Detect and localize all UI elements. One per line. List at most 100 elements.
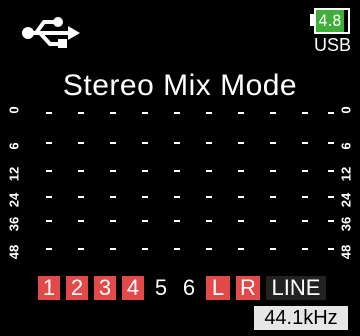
meter-grid-dash [238, 248, 244, 250]
channel-1: 1 [38, 276, 60, 300]
meter-scale-tick: 0 [338, 101, 354, 119]
channel-2: 2 [66, 276, 88, 300]
meter-scale-label: 6 [338, 142, 354, 150]
meter-grid-dash [270, 170, 276, 172]
meter-scale-tick: 6 [338, 137, 354, 155]
meter-scale-tick: 48 [338, 243, 354, 261]
meter-grid-dash [174, 142, 180, 144]
meter-scale-tick: 12 [338, 165, 354, 183]
meter-grid-dash [174, 170, 180, 172]
meter-grid-dash [328, 248, 334, 250]
meter-grid-dash [142, 220, 148, 222]
meter-grid-dash [238, 220, 244, 222]
meter-grid-dash [110, 196, 116, 198]
meter-grid-dash [142, 170, 148, 172]
meter-scale-tick: 36 [6, 215, 22, 233]
channel-5: 5 [150, 276, 172, 300]
meter-scale-tick: 48 [6, 243, 22, 261]
meter-grid-dash [142, 196, 148, 198]
level-meter-grid [46, 108, 334, 258]
meter-grid-dash [206, 248, 212, 250]
meter-scale-label: 12 [338, 166, 354, 182]
meter-scale-tick: 24 [6, 191, 22, 209]
meter-grid-dash [110, 112, 116, 114]
meter-grid-dash [174, 248, 180, 250]
meter-grid-dash [238, 170, 244, 172]
meter-grid-dash [206, 196, 212, 198]
channel-l: L [206, 276, 230, 300]
usb-icon [22, 17, 80, 48]
meter-grid-dash [270, 220, 276, 222]
meter-grid-dash [328, 220, 334, 222]
sample-rate-display: 44.1kHz [254, 306, 348, 330]
meter-grid-dash [302, 220, 308, 222]
meter-grid-dash [238, 112, 244, 114]
meter-scale-label: 48 [338, 244, 354, 260]
meter-grid-dash [270, 196, 276, 198]
meter-grid-dash [206, 220, 212, 222]
recorder-screen: 4.8 USB Stereo Mix Mode 0 6 12 24 36 48 0 6 12 2… [0, 0, 360, 336]
meter-grid-dash [206, 142, 212, 144]
meter-grid-dash [328, 112, 334, 114]
channel-3: 3 [94, 276, 116, 300]
meter-grid-dash [110, 170, 116, 172]
meter-grid-dash [110, 220, 116, 222]
meter-grid-dash [142, 112, 148, 114]
meter-grid-dash [302, 142, 308, 144]
meter-scale-label: 6 [6, 142, 22, 150]
meter-scale-label: 36 [338, 216, 354, 232]
meter-grid-dash [174, 220, 180, 222]
battery-level: 4.8 [316, 10, 344, 32]
channel-r: R [236, 276, 260, 300]
meter-grid-dash [46, 220, 52, 222]
meter-grid-dash [238, 196, 244, 198]
meter-scale-tick: 36 [338, 215, 354, 233]
meter-grid-dash [328, 170, 334, 172]
meter-grid-dash [78, 220, 84, 222]
meter-grid-dash [46, 112, 52, 114]
meter-grid-dash [206, 170, 212, 172]
meter-scale-label: 0 [338, 106, 354, 114]
meter-scale-tick: 12 [6, 165, 22, 183]
meter-grid-dash [270, 112, 276, 114]
power-source-label: USB [314, 35, 352, 55]
meter-grid-dash [78, 112, 84, 114]
meter-grid-dash [328, 196, 334, 198]
meter-grid-dash [110, 142, 116, 144]
meter-grid-dash [110, 248, 116, 250]
meter-scale-tick: 6 [6, 137, 22, 155]
meter-grid-dash [46, 248, 52, 250]
meter-grid-dash [302, 170, 308, 172]
meter-grid-dash [142, 142, 148, 144]
meter-scale-tick: 0 [6, 101, 22, 119]
meter-grid-dash [174, 112, 180, 114]
meter-grid-dash [46, 142, 52, 144]
meter-scale-label: 24 [6, 192, 22, 208]
meter-grid-dash [238, 142, 244, 144]
meter-grid-dash [328, 142, 334, 144]
meter-grid-dash [302, 196, 308, 198]
meter-grid-dash [302, 248, 308, 250]
meter-grid-dash [206, 112, 212, 114]
meter-grid-dash [174, 196, 180, 198]
meter-grid-dash [46, 196, 52, 198]
meter-scale-label: 48 [6, 244, 22, 260]
meter-scale-tick: 24 [338, 191, 354, 209]
meter-grid-dash [142, 248, 148, 250]
meter-grid-dash [46, 170, 52, 172]
meter-scale-label: 24 [338, 192, 354, 208]
meter-grid-dash [78, 170, 84, 172]
meter-grid-dash [78, 196, 84, 198]
meter-scale-label: 0 [6, 106, 22, 114]
meter-grid-dash [78, 142, 84, 144]
meter-grid-dash [302, 112, 308, 114]
channel-line: LINE [266, 276, 326, 300]
channel-6: 6 [178, 276, 200, 300]
meter-grid-dash [270, 142, 276, 144]
meter-scale-label: 12 [6, 166, 22, 182]
meter-scale-label: 36 [6, 216, 22, 232]
meter-grid-dash [78, 248, 84, 250]
battery-indicator: 4.8 USB [310, 8, 352, 56]
mode-title: Stereo Mix Mode [62, 69, 298, 102]
channel-4: 4 [122, 276, 144, 300]
